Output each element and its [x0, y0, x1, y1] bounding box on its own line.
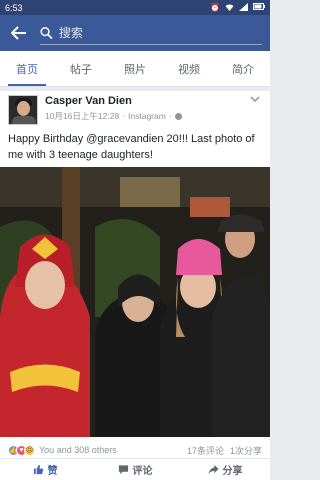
meta-separator: · [122, 111, 126, 121]
battery-icon [253, 3, 265, 12]
like-label: 赞 [47, 466, 58, 477]
share-icon [207, 464, 219, 475]
thumbs-up-icon [33, 464, 43, 475]
meta-separator: · [168, 111, 172, 121]
page-tabs: 首页 帖子 照片 视频 简介 [0, 51, 270, 87]
share-button[interactable]: 分享 [180, 462, 270, 477]
tab-posts[interactable]: 帖子 [54, 51, 108, 86]
post-time[interactable]: 10月16日上午12:28 [45, 110, 119, 122]
like-button[interactable]: 赞 [0, 462, 90, 477]
reaction-count[interactable]: You and 308 others [39, 445, 187, 455]
post-card: Casper Van Dien 10月16日上午12:28 · Instagra… [0, 91, 270, 480]
search-icon [40, 26, 53, 39]
arrow-left-icon [11, 26, 26, 40]
tab-about[interactable]: 简介 [216, 51, 270, 86]
comment-button[interactable]: 评论 [90, 462, 180, 477]
share-label: 分享 [222, 466, 243, 477]
globe-icon [174, 112, 182, 120]
status-bar: 6:53 ⏰ [0, 0, 270, 15]
tab-photos[interactable]: 照片 [108, 51, 162, 86]
author-name[interactable]: Casper Van Dien [45, 95, 248, 107]
reaction-icons: 👍 ♥ ☹ [8, 444, 35, 456]
alarm-icon: ⏰ [210, 3, 220, 12]
comment-icon [118, 465, 128, 475]
post-header: Casper Van Dien 10月16日上午12:28 · Instagra… [8, 95, 262, 125]
comment-count[interactable]: 17条评论 [187, 444, 224, 457]
post-menu-chevron-icon[interactable] [248, 95, 262, 109]
wifi-icon [225, 3, 234, 13]
post-text: Happy Birthday @gracevandien 20!!! Last … [8, 133, 255, 161]
sad-reaction-icon: ☹ [24, 444, 35, 456]
post-actions: 赞 评论 分享 [0, 458, 270, 480]
post-source: Instagram [128, 111, 166, 121]
author-block: Casper Van Dien 10月16日上午12:28 · Instagra… [45, 95, 248, 125]
app-bar [0, 15, 270, 51]
search-input[interactable] [58, 25, 262, 40]
post-meta: 10月16日上午12:28 · Instagram · [45, 110, 248, 122]
reactions-bar[interactable]: 👍 ♥ ☹ You and 308 others 17条评论 1次分享 [8, 442, 262, 458]
comment-label: 评论 [132, 466, 153, 477]
status-icons: ⏰ [210, 2, 265, 13]
status-time: 6:53 [5, 2, 23, 13]
search-box[interactable] [40, 21, 262, 45]
engagement-counts: 17条评论 1次分享 [187, 444, 262, 457]
post-photo[interactable] [0, 167, 270, 437]
tab-videos[interactable]: 视频 [162, 51, 216, 86]
back-button[interactable] [8, 22, 30, 44]
signal-icon [239, 2, 248, 13]
avatar[interactable] [8, 95, 38, 125]
share-count[interactable]: 1次分享 [230, 444, 262, 457]
tab-home[interactable]: 首页 [0, 51, 54, 86]
